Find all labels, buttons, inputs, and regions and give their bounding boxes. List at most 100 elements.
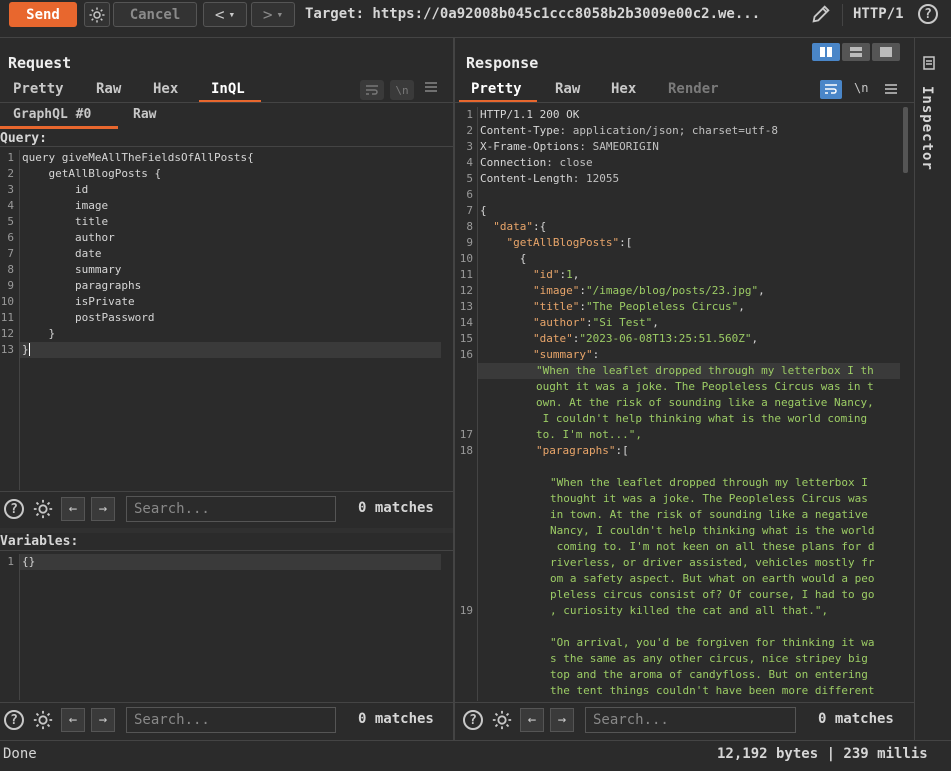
resp-tabs-divider	[455, 102, 914, 103]
tab-hex[interactable]: Hex	[153, 81, 178, 97]
resp-next-match[interactable]: →	[550, 708, 574, 732]
gear-icon	[492, 710, 512, 730]
pencil-icon	[812, 5, 830, 23]
inspector-icon	[923, 56, 935, 70]
target-url: Target: https://0a92008b045c1ccc8058b2b3…	[305, 6, 761, 22]
gear-icon	[33, 499, 53, 519]
settings-button[interactable]	[84, 2, 110, 27]
subtab-underline	[0, 126, 118, 129]
json-key-data: "data"	[493, 220, 533, 233]
variables-prev-match[interactable]: ←	[61, 708, 85, 732]
query-editor[interactable]: query giveMeAllTheFieldsOfAllPosts{ getA…	[22, 150, 254, 358]
variables-search-settings[interactable]	[32, 709, 54, 734]
query-gutter-line	[19, 150, 20, 490]
json-val-title: "The Peopleless Circus"	[585, 300, 739, 313]
resp-search-input[interactable]: Search...	[585, 707, 796, 733]
resp-wrap-toggle[interactable]	[820, 80, 842, 99]
wrap-toggle[interactable]	[360, 80, 384, 100]
menu-button[interactable]	[425, 81, 437, 96]
word-wrap-icon	[825, 84, 837, 94]
resp-tab-hex[interactable]: Hex	[611, 81, 636, 97]
arrow-right-icon: →	[98, 712, 108, 728]
query-prev-match[interactable]: ←	[61, 497, 85, 521]
single-pane-icon	[880, 47, 892, 57]
resp-newline-toggle[interactable]: \n	[854, 81, 868, 95]
query-divider	[0, 146, 453, 147]
http-version-selector[interactable]: HTTP/1	[853, 6, 904, 22]
arrow-left-icon: ←	[68, 712, 78, 728]
text-cursor	[28, 343, 37, 356]
forward-dropdown-icon[interactable]: ▾	[277, 8, 284, 21]
layout-side-by-side-button[interactable]	[812, 43, 840, 61]
resp-tab-pretty[interactable]: Pretty	[471, 81, 522, 97]
response-title: Response	[466, 54, 539, 72]
query-line: date	[22, 247, 102, 260]
query-line: }	[22, 327, 56, 340]
json-key-title: "title"	[532, 300, 580, 313]
resp-help-button[interactable]: ?	[463, 710, 483, 730]
query-line: id	[22, 183, 89, 196]
cancel-button[interactable]: Cancel	[113, 2, 197, 27]
response-headers: HTTP/1.1 200 OK Content-Type: application…	[480, 107, 900, 187]
back-dropdown-icon[interactable]: ▾	[229, 8, 236, 21]
variables-next-match[interactable]: →	[91, 708, 115, 732]
layout-single-button[interactable]	[872, 43, 900, 61]
resp-tab-raw[interactable]: Raw	[555, 81, 580, 97]
subtab-raw[interactable]: Raw	[133, 107, 156, 122]
response-gutter-line	[477, 107, 478, 701]
header-name: X-Frame-Options	[480, 140, 580, 153]
response-body[interactable]: HTTP/1.1 200 OK Content-Type: application…	[480, 107, 900, 701]
json-val-paragraph-2: "On arrival, you'd be forgiven for think…	[550, 636, 875, 697]
json-key-image: "image"	[532, 284, 580, 297]
query-next-match[interactable]: →	[91, 497, 115, 521]
toolbar-divider	[842, 4, 843, 26]
variables-search-input[interactable]: Search...	[126, 707, 336, 733]
json-val-author: "Si Test"	[592, 316, 653, 329]
query-search-border	[0, 491, 453, 492]
resp-menu-button[interactable]	[885, 83, 897, 98]
response-scrollbar[interactable]	[903, 107, 908, 173]
inspector-label[interactable]: Inspector	[919, 86, 935, 171]
response-header-line: Content-Type: application/json; charset=…	[480, 123, 900, 139]
query-line: title	[22, 215, 109, 228]
statusbar-border	[0, 740, 951, 741]
query-search-settings[interactable]	[32, 498, 54, 523]
pane-splitter[interactable]	[0, 528, 453, 533]
query-line: image	[22, 199, 109, 212]
tab-inql[interactable]: InQL	[211, 81, 245, 97]
help-button[interactable]: ?	[918, 4, 938, 24]
query-search-input[interactable]: Search...	[126, 496, 336, 522]
request-title: Request	[8, 54, 72, 72]
query-help-button[interactable]: ?	[4, 499, 24, 519]
newline-toggle[interactable]: \n	[390, 80, 414, 100]
variables-editor[interactable]: {}	[22, 554, 35, 570]
back-button[interactable]: < ▾	[203, 2, 247, 27]
inspector-toggle[interactable]	[921, 55, 937, 74]
resp-search-settings[interactable]	[491, 709, 513, 734]
json-key-getallblogposts: "getAllBlogPosts"	[506, 236, 620, 249]
resp-tab-render[interactable]: Render	[668, 81, 719, 97]
query-line: author	[22, 231, 115, 244]
json-key-id: "id"	[532, 268, 560, 281]
variables-help-button[interactable]: ?	[4, 710, 24, 730]
header-name: HTTP/1.1 200 OK	[480, 108, 580, 121]
header-name: Content-Length	[480, 172, 573, 185]
gear-icon	[89, 7, 105, 22]
tab-pretty[interactable]: Pretty	[13, 81, 64, 97]
resp-prev-match[interactable]: ←	[520, 708, 544, 732]
help-icon: ?	[469, 712, 477, 728]
query-label: Query:	[0, 131, 47, 146]
inspector-sidebar: Inspector	[914, 38, 951, 740]
header-value: : close	[546, 156, 593, 169]
layout-stacked-button[interactable]	[842, 43, 870, 61]
json-key-date: "date"	[532, 332, 573, 345]
send-button[interactable]: Send	[9, 2, 77, 27]
tab-raw[interactable]: Raw	[96, 81, 121, 97]
forward-button[interactable]: > ▾	[251, 2, 295, 27]
edit-target-button[interactable]	[810, 3, 832, 25]
query-line: summary	[22, 263, 122, 276]
header-value: : SAMEORIGIN	[579, 140, 659, 153]
json-val-date: "2023-06-08T13:25:51.560Z"	[579, 332, 752, 345]
variables-line-highlight	[20, 554, 441, 570]
subtab-graphql[interactable]: GraphQL #0	[13, 107, 91, 122]
